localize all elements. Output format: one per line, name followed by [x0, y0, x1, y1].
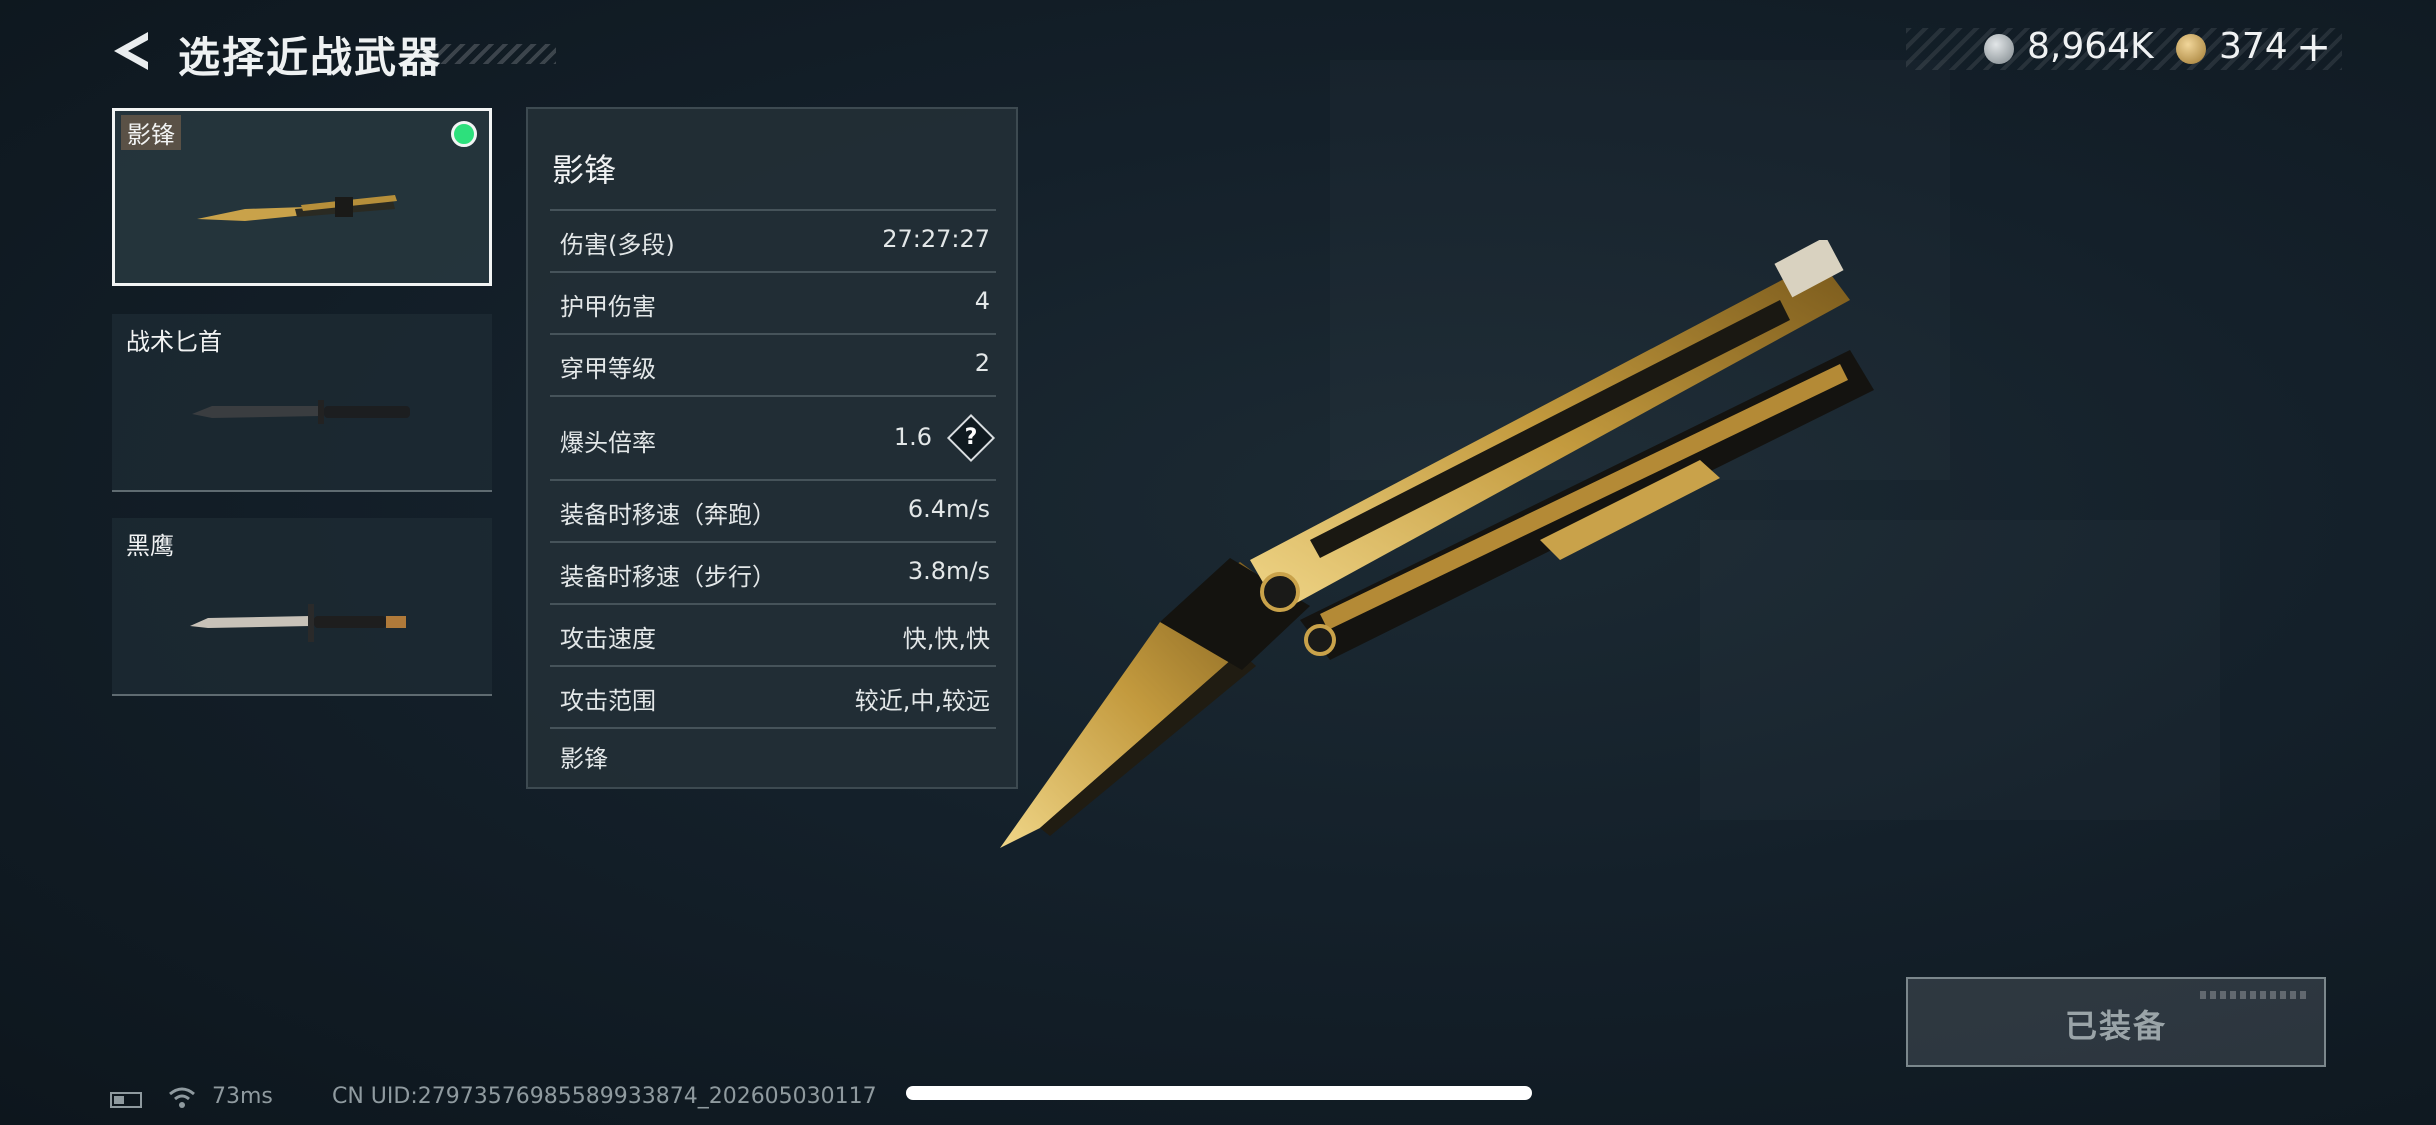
stat-label: 穿甲等级	[560, 355, 656, 383]
stat-row-damage: 伤害(多段) 27:27:27	[550, 209, 996, 271]
home-indicator[interactable]	[906, 1086, 1532, 1100]
stat-label: 装备时移速（奔跑）	[560, 501, 776, 529]
wifi-icon	[169, 1087, 195, 1108]
title-decoration	[432, 44, 556, 64]
weapon-name: 黑鹰	[126, 532, 174, 560]
stat-label: 护甲伤害	[560, 293, 656, 321]
butterfly-knife-thumbnail	[197, 195, 397, 221]
stat-value: 3.8m/s	[907, 557, 990, 585]
combat-knife-thumbnail	[190, 604, 406, 642]
stat-label: 攻击范围	[560, 687, 656, 715]
back-icon[interactable]	[108, 28, 154, 74]
stat-row-armor-damage: 护甲伤害 4	[550, 271, 996, 333]
stat-value: 1.6	[893, 423, 932, 451]
equipped-button-label: 已装备	[2064, 1007, 2167, 1045]
silver-currency-value: 8,964K	[2027, 26, 2154, 67]
stat-label: 攻击速度	[560, 625, 656, 653]
silver-coin-icon	[1984, 34, 2014, 64]
stat-row-walk-speed: 装备时移速（步行） 3.8m/s	[550, 541, 996, 603]
equipped-indicator	[451, 121, 477, 147]
stats-title: 影锋	[552, 151, 617, 189]
card-divider	[112, 490, 492, 492]
weapon-name: 影锋	[121, 115, 181, 150]
equipped-button[interactable]: 已装备	[1906, 977, 2326, 1067]
gold-coin-icon	[2176, 34, 2206, 64]
stat-value: 较近,中,较远	[854, 687, 990, 715]
stat-divider	[550, 727, 996, 731]
stat-row-attack-speed: 攻击速度 快,快,快	[550, 603, 996, 665]
butterfly-knife-render	[1000, 240, 1874, 848]
button-decoration	[2200, 991, 2310, 999]
stat-label: 伤害(多段)	[560, 231, 675, 259]
stat-row-armor-penetration: 穿甲等级 2	[550, 333, 996, 395]
stat-label: 爆头倍率	[560, 429, 656, 457]
stat-value: 6.4m/s	[907, 495, 990, 523]
weapon-stats-panel: 影锋 伤害(多段) 27:27:27 护甲伤害 4 穿甲等级 2 爆头倍率 1.…	[526, 107, 1018, 789]
weapon-name: 战术匕首	[126, 328, 222, 356]
weapon-card-shadowblade[interactable]: 影锋	[112, 108, 492, 286]
gold-currency-value: 374	[2219, 26, 2288, 67]
weapon-card-tactical-dagger[interactable]: 战术匕首	[112, 314, 492, 492]
stat-row-attack-range: 攻击范围 较近,中,较远	[550, 665, 996, 727]
stat-value: 快,快,快	[902, 625, 990, 653]
tactical-dagger-thumbnail	[192, 400, 410, 424]
page-title: 选择近战武器	[178, 33, 443, 82]
weapon-description: 影锋	[560, 745, 608, 773]
network-ping: 73ms	[212, 1084, 273, 1109]
stat-value: 27:27:27	[882, 225, 990, 253]
stat-label: 装备时移速（步行）	[560, 563, 776, 591]
card-divider	[112, 694, 492, 696]
add-currency-button[interactable]: +	[2296, 22, 2331, 71]
stat-row-headshot-multiplier: 爆头倍率 1.6 ?	[550, 395, 996, 479]
weapon-card-black-eagle[interactable]: 黑鹰	[112, 518, 492, 696]
user-uid: CN UID:2797357698558993387​4_20260503011…	[332, 1084, 877, 1109]
stat-row-run-speed: 装备时移速（奔跑） 6.4m/s	[550, 479, 996, 541]
battery-icon	[110, 1092, 142, 1108]
